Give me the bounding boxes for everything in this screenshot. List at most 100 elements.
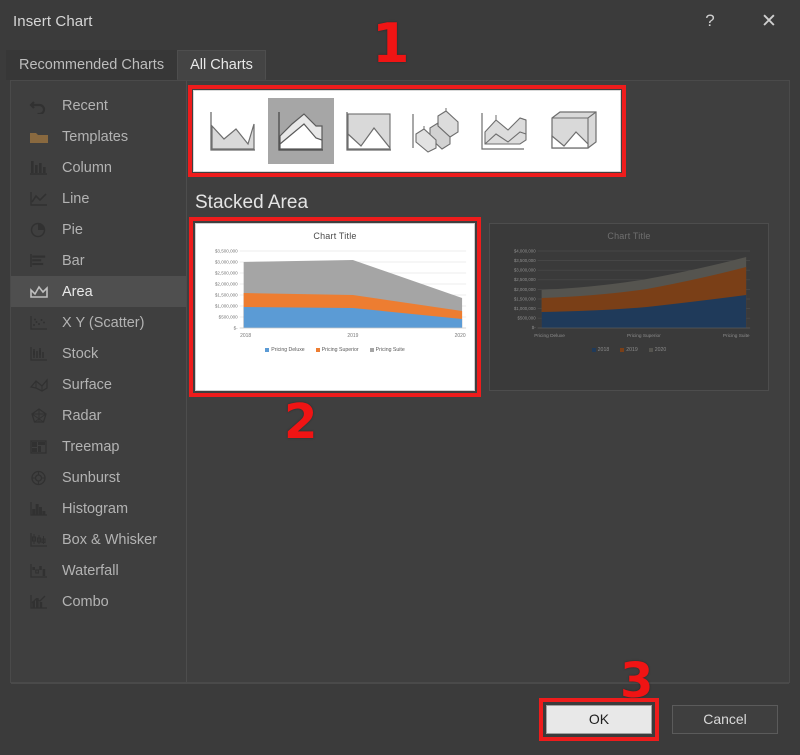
subtype-3d-area-thumb[interactable] (404, 98, 470, 164)
chart-preview-stacked-area-by-series[interactable]: Chart Title $4,000,000 $3,500,000 $3,000… (489, 223, 769, 391)
subtype-100-stacked-area-thumb[interactable] (336, 98, 402, 164)
chart-preview-stacked-area[interactable]: Chart Title $3,500,000 $3,000,000 $2,500… (195, 223, 475, 391)
svg-text:$1,000,000: $1,000,000 (514, 306, 536, 311)
subtype-area-thumb[interactable] (200, 98, 266, 164)
svg-text:$2,000,000: $2,000,000 (215, 282, 238, 287)
sidebar-item-label: Waterfall (62, 562, 119, 579)
legend-label: 2020 (654, 347, 667, 353)
legend-item: 2019 (620, 347, 638, 353)
svg-text:Pricing Suite: Pricing Suite (723, 333, 750, 339)
legend-item: Pricing Suite (369, 347, 405, 353)
sidebar-item-label: Combo (62, 593, 109, 610)
sidebar-item-label: Templates (62, 128, 129, 145)
legend-item: Pricing Deluxe (265, 347, 305, 353)
sidebar-item-pie[interactable]: Pie (11, 214, 186, 245)
sidebar-item-area[interactable]: Area (11, 276, 186, 307)
preview-plot-area: $4,000,000 $3,500,000 $3,000,000 $2,500,… (490, 241, 768, 345)
legend-swatch-series3 (648, 348, 653, 352)
sidebar-item-scatter[interactable]: X Y (Scatter) (11, 307, 186, 338)
sidebar-item-label: Radar (62, 407, 102, 424)
sidebar-item-stock[interactable]: Stock (11, 338, 186, 369)
preview-plot-area: $3,500,000 $3,000,000 $2,500,000 $2,000,… (196, 241, 474, 345)
waterfall-icon (28, 561, 50, 581)
svg-text:$2,000,000: $2,000,000 (514, 287, 536, 292)
svg-text:$1,500,000: $1,500,000 (215, 293, 238, 298)
annotation-number-3: 3 (620, 653, 654, 709)
sidebar-item-line[interactable]: Line (11, 183, 186, 214)
sidebar-item-sunburst[interactable]: Sunburst (11, 462, 186, 493)
svg-text:$500,000: $500,000 (219, 315, 238, 320)
chart-type-sidebar[interactable]: Recent Templates Column Line Pie Bar Are… (11, 81, 187, 682)
svg-text:2018: 2018 (240, 333, 251, 339)
scatter-icon (28, 313, 50, 333)
legend-swatch-series1 (591, 348, 596, 352)
svg-text:$-: $- (234, 326, 239, 331)
sidebar-item-recent[interactable]: Recent (11, 90, 186, 121)
sidebar-item-surface[interactable]: Surface (11, 369, 186, 400)
sidebar-item-bar[interactable]: Bar (11, 245, 186, 276)
subtype-3d-stacked-area-thumb[interactable] (472, 98, 538, 164)
sidebar-item-label: Line (62, 190, 90, 207)
sidebar-item-label: X Y (Scatter) (62, 314, 145, 331)
footer-divider (11, 683, 789, 684)
sidebar-item-templates[interactable]: Templates (11, 121, 186, 152)
svg-text:$1,500,000: $1,500,000 (514, 296, 536, 301)
legend-swatch-series2 (315, 348, 320, 352)
chart-subtype-gallery-wrap (188, 85, 626, 177)
sidebar-item-box-whisker[interactable]: Box & Whisker (11, 524, 186, 555)
dialog-panel: Recent Templates Column Line Pie Bar Are… (10, 80, 790, 683)
area-icon (28, 282, 50, 302)
svg-text:$3,500,000: $3,500,000 (215, 249, 238, 254)
dialog-body: Recent Templates Column Line Pie Bar Are… (0, 80, 800, 683)
sidebar-item-label: Sunburst (62, 469, 121, 486)
cancel-button[interactable]: Cancel (672, 704, 778, 734)
stock-icon (28, 344, 50, 364)
subtype-3d-100-stacked-area-thumb[interactable] (540, 98, 606, 164)
sidebar-item-treemap[interactable]: Treemap (11, 431, 186, 462)
sidebar-item-waterfall[interactable]: Waterfall (11, 555, 186, 586)
preview-chart-title: Chart Title (607, 231, 651, 241)
preview-chart-title: Chart Title (313, 231, 357, 241)
tab-bar: Recommended Charts All Charts (0, 42, 800, 80)
insert-chart-dialog: Insert Chart ? ✕ Recommended Charts All … (0, 0, 800, 755)
svg-text:$3,500,000: $3,500,000 (514, 258, 536, 263)
tab-recommended-charts[interactable]: Recommended Charts (6, 50, 178, 80)
chart-content-pane: Stacked Area Chart Title $3,500,000 $3,0… (187, 81, 789, 682)
sidebar-item-label: Recent (62, 97, 108, 114)
preview-2-wrap: Chart Title $4,000,000 $3,500,000 $3,000… (489, 223, 769, 391)
sidebar-item-combo[interactable]: Combo (11, 586, 186, 617)
legend-label: 2018 (597, 347, 610, 353)
window-controls: ? ✕ (682, 0, 800, 42)
svg-text:Pricing Superior: Pricing Superior (627, 333, 661, 339)
surface-icon (28, 375, 50, 395)
section-title: Stacked Area (195, 192, 309, 213)
sidebar-item-column[interactable]: Column (11, 152, 186, 183)
sidebar-item-label: Histogram (62, 500, 129, 517)
bar-icon (28, 251, 50, 271)
combo-icon (28, 592, 50, 612)
subtype-stacked-area-thumb[interactable] (268, 98, 334, 164)
legend-item: Pricing Superior (315, 347, 359, 353)
svg-text:Pricing Deluxe: Pricing Deluxe (534, 333, 565, 339)
sidebar-item-label: Column (62, 159, 112, 176)
chart-subtype-gallery[interactable] (193, 90, 621, 172)
preview-legend: Pricing Deluxe Pricing Superior Pricing … (196, 347, 474, 353)
svg-text:$2,500,000: $2,500,000 (514, 277, 536, 282)
page-title: Insert Chart (13, 12, 93, 30)
dialog-footer: OK Cancel (0, 683, 800, 755)
recent-icon (28, 96, 50, 116)
sidebar-item-histogram[interactable]: Histogram (11, 493, 186, 524)
legend-label: Pricing Suite (375, 347, 405, 353)
svg-text:$4,000,000: $4,000,000 (514, 248, 536, 253)
legend-label: Pricing Superior (321, 347, 359, 353)
sidebar-item-label: Area (62, 283, 93, 300)
sidebar-item-radar[interactable]: Radar (11, 400, 186, 431)
svg-text:$1,000,000: $1,000,000 (215, 304, 238, 309)
tab-all-charts[interactable]: All Charts (177, 50, 266, 80)
close-icon[interactable]: ✕ (738, 0, 800, 42)
legend-swatch-series1 (265, 348, 270, 352)
svg-text:$500,000: $500,000 (517, 316, 536, 321)
svg-text:$2,500,000: $2,500,000 (215, 271, 238, 276)
legend-label: 2019 (626, 347, 638, 353)
help-icon[interactable]: ? (682, 0, 738, 42)
